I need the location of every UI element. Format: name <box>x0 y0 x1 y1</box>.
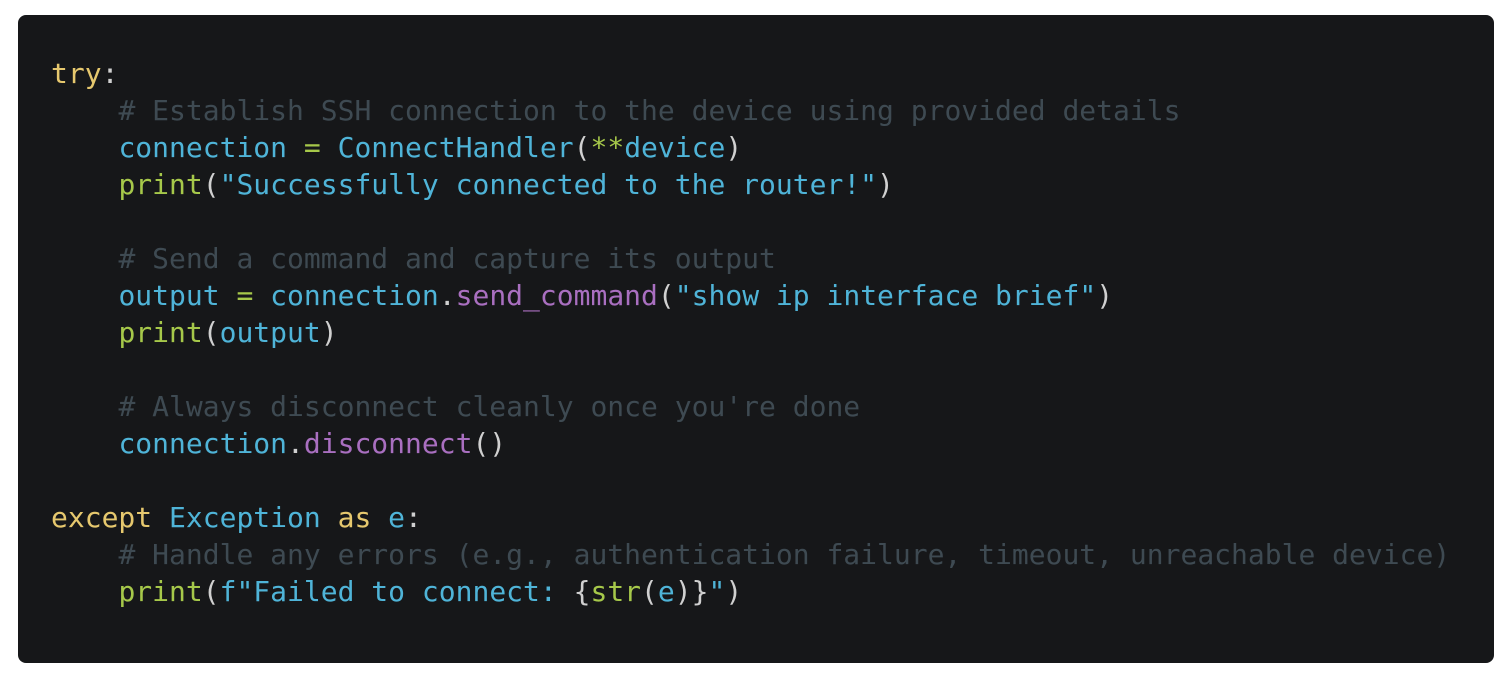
code-token-punct: ( <box>657 279 675 312</box>
code-token-name: device <box>624 131 726 164</box>
code-token-operator: ** <box>590 131 625 164</box>
code-token-punct <box>51 168 118 201</box>
code-token-punct <box>371 501 388 534</box>
code-token-name: e <box>657 575 675 608</box>
code-line: print(f"Failed to connect: {str(e)}") <box>51 573 1494 610</box>
code-token-name: Exception <box>169 501 321 534</box>
code-token-builtin: print <box>118 316 203 349</box>
code-token-punct: ( <box>573 131 591 164</box>
code-token-punct: : <box>101 57 119 90</box>
code-token-method: send_command <box>455 279 658 312</box>
code-token-punct <box>152 501 169 534</box>
code-token-punct: ) <box>725 575 743 608</box>
code-token-name: ConnectHandler <box>337 131 574 164</box>
code-token-punct: ( <box>202 316 220 349</box>
code-token-punct: ( <box>202 168 220 201</box>
code-line: # Send a command and capture its output <box>51 240 1494 277</box>
code-token-comment: # Send a command and capture its output <box>118 242 776 275</box>
code-token-punct: ( <box>641 575 658 608</box>
code-token-string: " <box>708 575 726 608</box>
code-token-builtin: str <box>590 575 642 608</box>
code-token-operator: = <box>236 279 254 312</box>
code-line: connection.disconnect() <box>51 425 1494 462</box>
code-token-keyword: try <box>51 57 102 90</box>
code-line: # Establish SSH connection to the device… <box>51 92 1494 129</box>
code-token-punct <box>220 279 237 312</box>
code-token-punct <box>51 242 118 275</box>
code-token-builtin: print <box>118 168 203 201</box>
code-line: print("Successfully connected to the rou… <box>51 166 1494 203</box>
code-token-punct: : <box>405 501 422 534</box>
code-line: # Always disconnect cleanly once you're … <box>51 388 1494 425</box>
code-token-comment: # Handle any errors (e.g., authenticatio… <box>118 538 1451 571</box>
code-token-name: connection <box>270 279 439 312</box>
code-token-name: e <box>388 501 406 534</box>
code-token-string: "Successfully connected to the router!" <box>219 168 878 201</box>
code-line: # Handle any errors (e.g., authenticatio… <box>51 536 1494 573</box>
code-line: output = connection.send_command("show i… <box>51 277 1494 314</box>
code-token-string: f"Failed to connect: <box>219 575 574 608</box>
code-line: connection = ConnectHandler(**device) <box>51 129 1494 166</box>
code-token-keyword: except <box>51 501 153 534</box>
code-token-comment: # Always disconnect cleanly once you're … <box>118 390 861 423</box>
code-token-punct <box>321 131 338 164</box>
code-token-punct: . <box>287 427 304 460</box>
code-token-name: connection <box>118 427 288 460</box>
code-token-string: "show ip interface brief" <box>674 279 1097 312</box>
code-token-comment: # Establish SSH connection to the device… <box>118 94 1181 127</box>
code-line: try: <box>51 55 1494 92</box>
code-line: print(output) <box>51 314 1494 351</box>
code-token-punct <box>287 131 304 164</box>
code-token-name: output <box>118 279 220 312</box>
code-token-punct <box>51 575 118 608</box>
code-token-name: connection <box>118 131 288 164</box>
code-token-punct: } <box>691 575 709 608</box>
code-token-operator: = <box>303 131 321 164</box>
code-token-method: disconnect <box>303 427 473 460</box>
code-token-punct <box>51 316 118 349</box>
code-block: try: # Establish SSH connection to the d… <box>18 15 1494 663</box>
code-token-punct: ) <box>725 131 743 164</box>
code-token-punct <box>51 94 118 127</box>
code-token-punct: ) <box>877 168 894 201</box>
code-token-keyword: as <box>337 501 372 534</box>
code-token-punct: ) <box>320 316 338 349</box>
code-line: except Exception as e: <box>51 499 1494 536</box>
code-token-builtin: print <box>118 575 203 608</box>
code-token-punct: . <box>438 279 456 312</box>
code-token-punct <box>51 131 118 164</box>
code-token-punct <box>51 279 118 312</box>
code-token-punct: ( <box>202 575 220 608</box>
code-token-punct <box>51 390 118 423</box>
code-token-punct <box>321 501 338 534</box>
code-token-punct: ) <box>674 575 692 608</box>
code-token-punct <box>51 427 118 460</box>
code-token-punct: ) <box>1096 279 1114 312</box>
code-token-punct: { <box>573 575 591 608</box>
code-token-name: output <box>219 316 321 349</box>
code-token-punct: () <box>472 427 507 460</box>
code-token-punct <box>253 279 270 312</box>
code-token-punct <box>51 538 118 571</box>
